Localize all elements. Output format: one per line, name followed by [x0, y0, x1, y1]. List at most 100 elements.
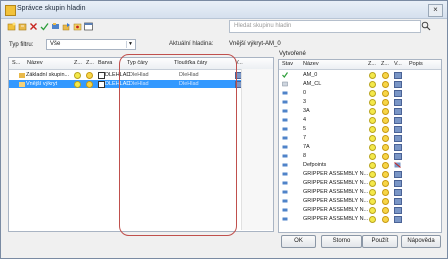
- thaw-icon[interactable]: [382, 135, 389, 142]
- thaw-icon[interactable]: [382, 207, 389, 214]
- delete-icon[interactable]: [29, 22, 38, 31]
- thaw-icon[interactable]: [86, 72, 93, 79]
- printer-icon[interactable]: [394, 144, 402, 151]
- layer-row[interactable]: GRIPPER ASSEMBLY N...: [279, 206, 441, 214]
- properties-icon[interactable]: [84, 22, 93, 31]
- on-icon[interactable]: [369, 189, 376, 196]
- on-icon[interactable]: [369, 126, 376, 133]
- col-freeze[interactable]: Z...: [381, 61, 389, 67]
- printer-icon[interactable]: [394, 198, 402, 205]
- printer-icon[interactable]: [394, 90, 402, 97]
- on-icon[interactable]: [369, 180, 376, 187]
- thaw-icon[interactable]: [382, 117, 389, 124]
- col-on[interactable]: Z...: [368, 61, 376, 67]
- thaw-icon[interactable]: [382, 189, 389, 196]
- on-icon[interactable]: [369, 99, 376, 106]
- printer-icon[interactable]: [394, 81, 402, 88]
- on-icon[interactable]: [369, 72, 376, 79]
- layer-row[interactable]: 0: [279, 89, 441, 97]
- layer-row[interactable]: 3A: [279, 107, 441, 115]
- on-icon[interactable]: [369, 90, 376, 97]
- no-print-icon[interactable]: [394, 162, 401, 168]
- settings-icon[interactable]: [73, 22, 82, 31]
- layer-row[interactable]: GRIPPER ASSEMBLY N...: [279, 197, 441, 205]
- on-icon[interactable]: [369, 162, 376, 169]
- thaw-icon[interactable]: [382, 162, 389, 169]
- thaw-icon[interactable]: [382, 144, 389, 151]
- layer-row[interactable]: Defpoints: [279, 161, 441, 169]
- thaw-icon[interactable]: [86, 81, 93, 88]
- col-status[interactable]: Stav: [282, 61, 293, 67]
- search-icon[interactable]: [421, 21, 431, 31]
- printer-icon[interactable]: [394, 99, 402, 106]
- on-icon[interactable]: [369, 198, 376, 205]
- on-icon[interactable]: [369, 108, 376, 115]
- color-swatch[interactable]: [98, 81, 105, 88]
- col-on[interactable]: Z...: [74, 60, 82, 66]
- thaw-icon[interactable]: [382, 99, 389, 106]
- layer-row[interactable]: 8: [279, 152, 441, 160]
- col-description[interactable]: Popis: [409, 61, 423, 67]
- thaw-icon[interactable]: [382, 216, 389, 223]
- thaw-icon[interactable]: [382, 198, 389, 205]
- printer-icon[interactable]: [394, 180, 402, 187]
- printer-icon[interactable]: [394, 189, 402, 196]
- cancel-button[interactable]: Storno: [321, 235, 362, 248]
- layer-row[interactable]: GRIPPER ASSEMBLY N...: [279, 188, 441, 196]
- thaw-icon[interactable]: [382, 90, 389, 97]
- col-print[interactable]: V...: [394, 61, 402, 67]
- col-status[interactable]: S...: [12, 60, 20, 66]
- thaw-icon[interactable]: [382, 108, 389, 115]
- layer-row[interactable]: AM_CL: [279, 80, 441, 88]
- layer-row[interactable]: GRIPPER ASSEMBLY N...: [279, 170, 441, 178]
- layer-row[interactable]: GRIPPER ASSEMBLY N...: [279, 215, 441, 223]
- on-icon[interactable]: [74, 81, 81, 88]
- thaw-icon[interactable]: [382, 126, 389, 133]
- printer-icon[interactable]: [394, 135, 402, 142]
- on-icon[interactable]: [369, 207, 376, 214]
- printer-icon[interactable]: [394, 207, 402, 214]
- col-color[interactable]: Barva: [98, 60, 112, 66]
- help-button[interactable]: Nápověda: [401, 235, 441, 248]
- new-group-icon[interactable]: [7, 22, 16, 31]
- on-icon[interactable]: [369, 153, 376, 160]
- layer-row[interactable]: 3: [279, 98, 441, 106]
- new-filter-icon[interactable]: [18, 22, 27, 31]
- color-swatch[interactable]: [98, 72, 105, 79]
- on-icon[interactable]: [369, 117, 376, 124]
- layer-row[interactable]: 5: [279, 125, 441, 133]
- printer-icon[interactable]: [394, 126, 402, 133]
- col-name[interactable]: Název: [303, 61, 319, 67]
- close-button[interactable]: ×: [428, 4, 443, 17]
- printer-icon[interactable]: [394, 108, 402, 115]
- col-name[interactable]: Název: [27, 60, 43, 66]
- ok-button[interactable]: OK: [281, 235, 316, 248]
- layer-row[interactable]: GRIPPER ASSEMBLY N...: [279, 179, 441, 187]
- on-icon[interactable]: [369, 81, 376, 88]
- thaw-icon[interactable]: [382, 171, 389, 178]
- printer-icon[interactable]: [394, 117, 402, 124]
- layer-row[interactable]: 7: [279, 134, 441, 142]
- search-input[interactable]: Hledat skupinu hladin: [229, 20, 421, 33]
- printer-icon[interactable]: [394, 216, 402, 223]
- layer-icon[interactable]: [51, 22, 60, 31]
- thaw-icon[interactable]: [382, 81, 389, 88]
- col-freeze[interactable]: Z...: [86, 60, 94, 66]
- vertical-scrollbar[interactable]: [241, 69, 273, 230]
- set-current-icon[interactable]: [40, 22, 49, 31]
- filter-type-select[interactable]: Vše ▼: [46, 39, 136, 50]
- layer-row[interactable]: 7A: [279, 143, 441, 151]
- on-icon[interactable]: [369, 135, 376, 142]
- printer-icon[interactable]: [394, 72, 402, 79]
- layer-row[interactable]: 4: [279, 116, 441, 124]
- thaw-icon[interactable]: [382, 153, 389, 160]
- on-icon[interactable]: [74, 72, 81, 79]
- thaw-icon[interactable]: [382, 180, 389, 187]
- on-icon[interactable]: [369, 171, 376, 178]
- move-icon[interactable]: [62, 22, 71, 31]
- printer-icon[interactable]: [394, 153, 402, 160]
- on-icon[interactable]: [369, 144, 376, 151]
- apply-button[interactable]: Použít: [362, 235, 398, 248]
- thaw-icon[interactable]: [382, 72, 389, 79]
- on-icon[interactable]: [369, 216, 376, 223]
